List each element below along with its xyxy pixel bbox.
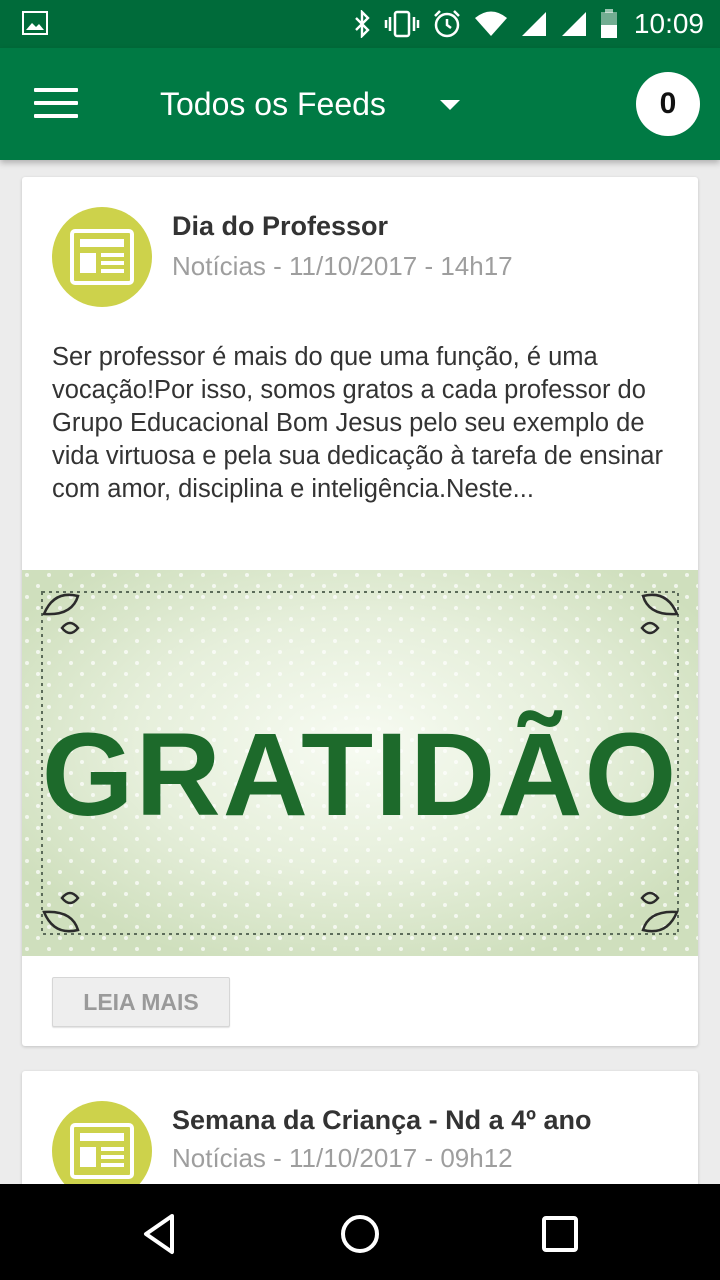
system-navigation-bar bbox=[0, 1184, 720, 1280]
hamburger-menu-icon[interactable] bbox=[34, 88, 78, 120]
clock-time: 10:09 bbox=[633, 8, 704, 39]
notification-count-badge[interactable]: 0 bbox=[636, 72, 700, 136]
signal-icon bbox=[521, 12, 546, 36]
post-title: Dia do Professor bbox=[172, 211, 389, 241]
bluetooth-icon bbox=[355, 10, 370, 38]
read-more-button[interactable]: LEIA MAIS bbox=[52, 977, 230, 1027]
newspaper-icon bbox=[70, 1123, 134, 1179]
feed-card[interactable]: Dia do Professor Notícias - 11/10/2017 -… bbox=[22, 177, 698, 1046]
news-avatar bbox=[52, 207, 152, 307]
vibrate-icon bbox=[384, 10, 420, 38]
post-meta: Notícias - 11/10/2017 - 09h12 bbox=[172, 1143, 513, 1173]
news-avatar bbox=[52, 1101, 152, 1184]
post-image-gratidao[interactable]: GRATIDÃO bbox=[22, 570, 698, 956]
alarm-icon bbox=[434, 10, 460, 38]
gratidao-text: GRATIDÃO bbox=[42, 709, 679, 841]
app-bar: Todos os Feeds 0 bbox=[0, 48, 720, 160]
feed-selector-dropdown[interactable]: Todos os Feeds bbox=[160, 78, 470, 130]
back-icon[interactable] bbox=[134, 1208, 186, 1260]
signal-icon bbox=[561, 12, 586, 36]
post-title: Semana da Criança - Nd a 4º ano bbox=[172, 1105, 592, 1135]
post-excerpt: Ser professor é mais do que uma função, … bbox=[52, 343, 663, 503]
image-icon bbox=[22, 11, 48, 35]
status-bar: 10:09 bbox=[0, 0, 720, 48]
caret-down-icon bbox=[440, 100, 460, 110]
feed-selector-label: Todos os Feeds bbox=[160, 85, 386, 122]
home-icon[interactable] bbox=[334, 1208, 386, 1260]
feed-card[interactable]: Semana da Criança - Nd a 4º ano Notícias… bbox=[22, 1071, 698, 1184]
battery-icon bbox=[600, 9, 617, 38]
post-meta: Notícias - 11/10/2017 - 14h17 bbox=[172, 251, 513, 281]
feed-list: Dia do Professor Notícias - 11/10/2017 -… bbox=[0, 160, 720, 1184]
recents-icon[interactable] bbox=[534, 1208, 586, 1260]
wifi-icon bbox=[474, 11, 507, 36]
newspaper-icon bbox=[70, 229, 134, 285]
